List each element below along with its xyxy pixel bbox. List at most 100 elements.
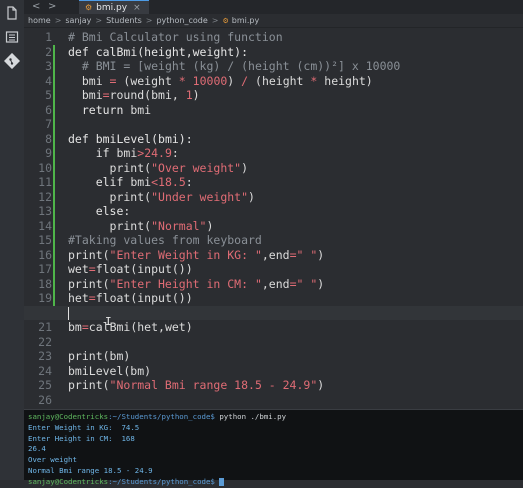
code-token: bmi [123,102,152,117]
code-editor[interactable]: 1234567891011121314151617181920212223242… [24,28,523,407]
code-line[interactable]: else: [68,204,131,219]
terminal-path: :~/Students/python_code$ [108,412,215,421]
code-token: print(bm) [68,349,131,363]
line-number: 4 [45,73,52,88]
terminal-user: sanjay@Codentricks [28,412,109,421]
code-token: "Enter Weight in KG: " [109,247,262,262]
close-icon[interactable]: × [133,3,141,13]
code-line[interactable]: bmi = (weight * 10000) / (height * heigh… [68,74,373,89]
code-line[interactable]: print(bm) [68,349,130,364]
line-number: 21 [38,320,52,334]
code-token: " " [296,276,318,291]
code-token: = [289,276,297,291]
code-line[interactable]: het=float(input()) [68,291,193,306]
code-token: ) [317,276,325,291]
code-token: : [171,146,179,160]
code-line[interactable]: print("Under weight") [68,190,255,205]
line-number: 14 [38,218,52,233]
terminal-user: sanjay@Codentricks [28,476,109,486]
code-line[interactable]: bm=calBmi(het,wet) [68,320,193,335]
code-line[interactable]: # Bmi Calculator using function [68,30,283,45]
code-token: 24.9 [144,146,172,160]
breadcrumb-separator: > [145,16,153,25]
forward-button[interactable]: > [48,1,56,12]
code-token: ) [192,88,200,102]
code-token: print( [68,276,110,291]
terminal-output: Over weight [28,455,77,465]
code-token: bmi [123,175,152,189]
code-line[interactable]: return bmi [68,103,151,118]
code-line[interactable]: # BMI = [weight (kg) / (height (cm))²] x… [68,59,401,74]
code-line[interactable]: print("Normal Bmi range 18.5 - 24.9") [68,378,324,393]
code-token: ,end [261,276,290,291]
python-file-icon: ⚙ [222,16,229,25]
breadcrumb-separator: > [54,16,62,25]
code-token: print( [68,189,152,204]
code-token: round(bmi, [109,88,186,102]
code-line[interactable]: print("Enter Weight in KG: ",end=" ") [68,248,324,263]
code-token: = [88,262,96,276]
code-line[interactable]: print("Over weight") [68,160,249,176]
tab-bar: < > ⚙ bmi.py × [24,0,523,15]
code-token: else [95,204,124,218]
code-token: : [123,204,131,218]
code-token: def [68,131,96,146]
list-icon[interactable] [3,28,21,46]
code-line[interactable]: print("Normal") [68,218,214,234]
line-number: 17 [38,262,52,276]
code-token: wet [68,262,89,276]
code-token: "Normal" [151,218,207,233]
code-token: " " [296,247,318,262]
code-line[interactable]: if bmi>24.9: [68,146,179,161]
terminal-command: python ./bmi.py [214,412,287,421]
line-number: 1 [45,30,52,44]
code-line[interactable]: print("Enter Height in CM: ",end=" ") [68,277,324,292]
code-token: ) [241,160,249,175]
code-token: ) [248,189,255,204]
terminal-path: :~/Students/python_code$ [108,476,215,486]
breadcrumb-python-code[interactable]: python_code [156,16,207,25]
code-line[interactable]: def calBmi(height,weight): [68,45,248,60]
line-number-gutter: 1234567891011121314151617181920212223242… [24,28,60,407]
back-button[interactable]: < [32,1,40,12]
code-line[interactable]: #Taking values from keyboard [68,233,262,248]
code-token: = [289,247,297,262]
code-token: ) [227,73,242,88]
code-token: bmiLevel(bm) [68,363,152,378]
code-token: (weight [116,73,179,88]
code-line[interactable]: wet=float(input()) [68,262,193,277]
code-token: * [178,73,186,88]
line-number: 26 [38,392,52,407]
code-line[interactable]: bmiLevel(bm) [68,364,151,379]
line-number: 22 [38,334,52,349]
breadcrumb-students[interactable]: Students [106,16,142,25]
code-token: bmi [109,146,138,160]
line-number: 2 [45,44,52,59]
tab-bmi-py[interactable]: ⚙ bmi.py × [79,0,149,14]
files-icon[interactable] [3,4,21,22]
line-number: 8 [45,131,52,146]
terminal-panel[interactable]: sanjay@Codentricks:~/Students/python_cod… [24,409,523,486]
terminal-line: sanjay@Codentricks:~/Students/python_cod… [28,412,523,423]
code-token: print( [68,378,110,392]
code-token: (height [248,73,311,88]
terminal-line: sanjay@Codentricks:~/Students/python_cod… [28,477,523,488]
code-line[interactable]: def bmiLevel(bmi): [68,132,193,147]
code-token: = [81,320,89,334]
code-token: < [151,175,159,189]
code-token: ) [206,218,214,233]
breadcrumb-sanjay[interactable]: sanjay [65,16,91,25]
code-line[interactable]: elif bmi<18.5: [68,175,193,190]
git-icon[interactable] [3,52,21,70]
activity-bar [0,0,24,480]
code-line[interactable]: bmi=round(bmi, 1) [68,88,200,103]
breadcrumb: home > sanjay > Students > python_code >… [24,14,523,28]
modified-lines-indicator [53,44,55,306]
code-token: ) [317,247,325,262]
terminal-line: Over weight [28,455,523,466]
breadcrumb-file[interactable]: bmi.py [232,16,259,25]
code-token: if [95,146,110,160]
breadcrumb-home[interactable]: home [28,16,51,25]
